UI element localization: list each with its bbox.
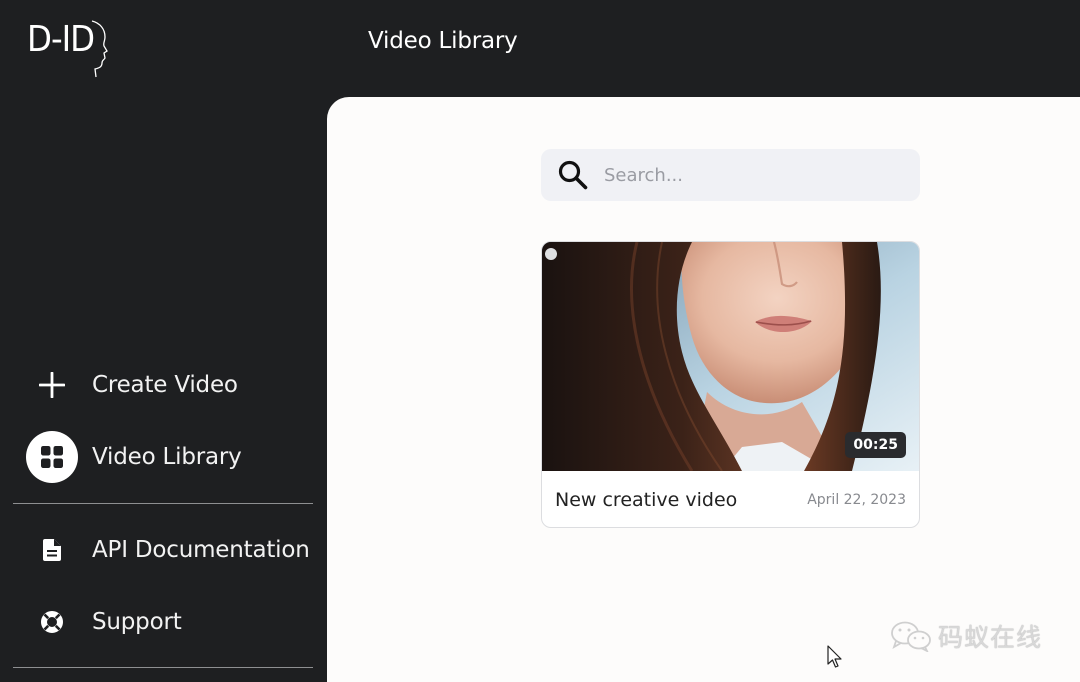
face-profile-icon: [91, 20, 109, 78]
sidebar-item-create-video[interactable]: Create Video: [26, 359, 238, 411]
logo-text: D-ID: [27, 19, 95, 60]
video-card-footer: New creative video April 22, 2023: [542, 471, 919, 527]
video-card[interactable]: 00:25 New creative video April 22, 2023: [541, 241, 920, 528]
sidebar-item-label: Support: [92, 609, 182, 635]
plus-icon: [26, 359, 78, 411]
sidebar-divider: [13, 667, 313, 668]
sidebar-item-video-library[interactable]: Video Library: [26, 431, 242, 483]
sidebar-divider: [13, 503, 313, 504]
video-duration-badge: 00:25: [845, 432, 906, 458]
sidebar: D-ID Create Video Video Library API Docu…: [0, 0, 327, 682]
watermark: 码蚁在线: [890, 618, 1042, 654]
video-title: New creative video: [555, 489, 738, 511]
document-icon: [26, 524, 78, 576]
sidebar-item-label: Create Video: [92, 372, 238, 398]
watermark-text: 码蚁在线: [938, 623, 1043, 652]
video-thumbnail[interactable]: 00:25: [542, 242, 919, 471]
did-logo[interactable]: D-ID: [27, 19, 109, 78]
wechat-icon: [891, 621, 931, 652]
search-bar[interactable]: [541, 149, 920, 201]
video-date: April 22, 2023: [807, 492, 906, 508]
sidebar-item-label: API Documentation: [92, 537, 310, 563]
grid-icon: [26, 431, 78, 483]
sidebar-item-support[interactable]: Support: [26, 596, 182, 648]
sidebar-item-api-documentation[interactable]: API Documentation: [26, 524, 310, 576]
main-content: 00:25 New creative video April 22, 2023: [327, 97, 1080, 682]
search-input[interactable]: [604, 164, 894, 186]
mouse-cursor-icon: [827, 645, 843, 673]
search-icon: [556, 158, 590, 192]
sidebar-item-label: Video Library: [92, 444, 242, 470]
page-title: Video Library: [368, 28, 518, 54]
lifebuoy-icon: [26, 596, 78, 648]
